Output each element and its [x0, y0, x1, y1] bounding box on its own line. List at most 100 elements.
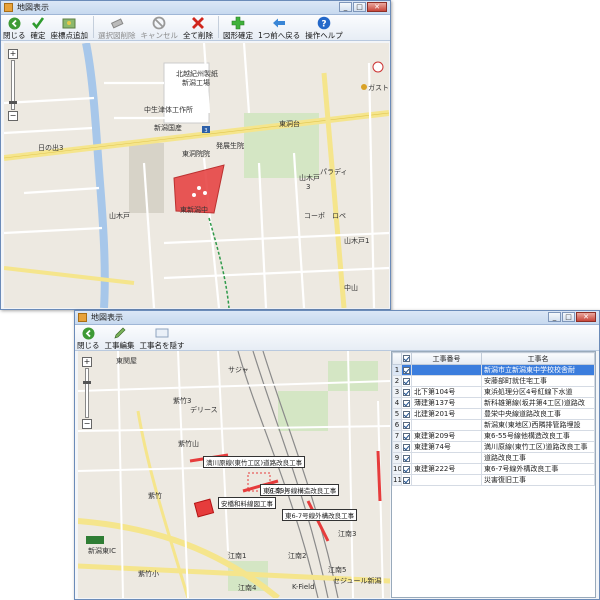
row-checkbox[interactable]: [401, 419, 412, 431]
work-number-cell: 東建第209号: [411, 430, 482, 442]
svg-text:?: ?: [321, 19, 326, 29]
delete-all-button[interactable]: 全て削除: [183, 16, 213, 41]
work-callout[interactable]: 東6-7号線外構改良工事: [282, 509, 358, 521]
table-row[interactable]: 11 災害復旧工事: [392, 474, 595, 486]
close-window-button[interactable]: ✕: [367, 2, 387, 12]
row-number: 1: [392, 364, 402, 376]
row-checkbox[interactable]: [401, 364, 412, 376]
table-row[interactable]: 10 東建第222号 東6-7号線外構改良工事: [392, 463, 595, 475]
zoom-slider[interactable]: [9, 60, 17, 110]
column-header-work-name[interactable]: 工事名: [481, 352, 595, 365]
maximize-button[interactable]: □: [562, 312, 575, 322]
work-number-cell: [411, 419, 482, 431]
row-checkbox[interactable]: [401, 386, 412, 398]
row-number: 9: [392, 452, 402, 464]
confirm-shape-button[interactable]: 図形確定: [223, 16, 253, 41]
edit-work-label: 工事編集: [104, 341, 135, 350]
undo-button[interactable]: 1つ前へ戻る: [258, 16, 300, 41]
cancel-icon: [152, 16, 166, 30]
map-label: セジュール新潟: [333, 577, 382, 585]
delete-selected-button[interactable]: 選択図削除: [98, 16, 136, 41]
zoom-slider-thumb[interactable]: [9, 101, 17, 104]
check-all-header[interactable]: [401, 352, 412, 365]
row-checkbox[interactable]: [401, 463, 412, 475]
map-view[interactable]: 満川原線(東竹工区)道路改良工事 安橋和料線図工事 東6-7号線外構改良工事 東…: [78, 351, 390, 598]
table-row[interactable]: 2 安藤部町就住宅工事: [392, 375, 595, 387]
app-icon: [4, 3, 13, 12]
close-button[interactable]: 閉じる: [77, 326, 100, 351]
work-number-cell: [411, 364, 482, 376]
work-number-cell: [411, 452, 482, 464]
table-row[interactable]: 3 北下第104号 東浜処理分区4号紅線下水道: [392, 386, 595, 398]
work-name-cell: 東浜処理分区4号紅線下水道: [481, 386, 595, 398]
map-label: 紫竹3: [173, 397, 192, 405]
map-label: 江南3: [338, 530, 357, 538]
zoom-in-button[interactable]: +: [8, 49, 18, 59]
table-row[interactable]: 7 東建第209号 東6-55号線他構造改良工事: [392, 430, 595, 442]
table-row[interactable]: 1 新潟市立新潟東中学校校舎耐: [392, 364, 595, 376]
table-row[interactable]: 9 道路改良工事: [392, 452, 595, 464]
map-view[interactable]: 3 北越紀州製紙 新潟工場 中生津体工作所 新潟国産 東洞院院 東洞台 発展生院…: [4, 43, 389, 308]
zoom-in-button[interactable]: +: [82, 357, 92, 367]
row-checkbox[interactable]: [401, 441, 412, 453]
map-label: 江南4: [238, 584, 257, 592]
zoom-out-button[interactable]: −: [8, 111, 18, 121]
work-name-cell: 安藤部町就住宅工事: [481, 375, 595, 387]
close-circle-icon: [81, 326, 95, 340]
work-name-cell: 東6-7号線外構改良工事: [481, 463, 595, 475]
row-checkbox[interactable]: [401, 408, 412, 420]
add-point-button[interactable]: 座標点追加: [50, 16, 89, 41]
confirm-button[interactable]: 確定: [31, 16, 46, 41]
close-window-button[interactable]: ✕: [576, 312, 596, 322]
zoom-slider[interactable]: [83, 368, 91, 418]
row-checkbox[interactable]: [401, 397, 412, 409]
zoom-control: + −: [82, 357, 92, 429]
map-label: 日の出3: [38, 144, 64, 152]
minimize-button[interactable]: _: [548, 312, 561, 322]
add-point-label: 座標点追加: [50, 31, 89, 40]
column-header-work-number[interactable]: 工事番号: [411, 352, 482, 365]
map-label: 江南1: [228, 552, 247, 560]
svg-text:3: 3: [204, 128, 207, 134]
map-label: ロペ: [332, 212, 346, 220]
table-row[interactable]: 4 薄建第137号 新科雄第線(坂井第4工区)道路改: [392, 397, 595, 409]
work-callout[interactable]: 満川原線(東竹工区)道路改良工事: [203, 456, 306, 468]
cancel-button[interactable]: キャンセル: [140, 16, 179, 41]
green-plus-icon: [231, 16, 245, 30]
work-name-cell: 満川原線(東竹工区)道路改良工事: [481, 441, 595, 453]
map-label: ガスト: [368, 84, 389, 92]
minimize-button[interactable]: _: [339, 2, 352, 12]
row-number: 6: [392, 419, 402, 431]
hide-work-names-button[interactable]: 工事名を隠す: [140, 326, 185, 351]
table-row[interactable]: 5 北建第201号 豊栄中央線道路改良工事: [392, 408, 595, 420]
zoom-slider-thumb[interactable]: [83, 381, 91, 384]
title-bar: 地図表示 _ □ ✕: [1, 1, 390, 15]
map-label: 中生津体工作所: [144, 106, 193, 114]
work-number-cell: 北建第201号: [411, 408, 482, 420]
delete-all-icon: [191, 16, 205, 30]
work-list-grid: 工事番号 工事名 1 新潟市立新潟東中学校校舎耐 2 安藤部町就住宅工事 3 北下第104…: [391, 351, 596, 598]
row-number: 3: [392, 386, 402, 398]
work-name-cell: 豊栄中央線道路改良工事: [481, 408, 595, 420]
work-name-cell: 新潟市立新潟東中学校校舎耐: [481, 364, 595, 376]
edit-work-button[interactable]: 工事編集: [105, 326, 135, 351]
eraser-icon: [110, 16, 124, 30]
zoom-out-button[interactable]: −: [82, 419, 92, 429]
table-row[interactable]: 6 新潟東(東地区)西隣排管路埋設: [392, 419, 595, 431]
row-checkbox[interactable]: [401, 430, 412, 442]
title-bar: 地図表示 _ □ ✕: [75, 311, 599, 325]
close-button[interactable]: 閉じる: [3, 16, 26, 41]
row-checkbox[interactable]: [401, 375, 412, 387]
maximize-button[interactable]: □: [353, 2, 366, 12]
row-checkbox[interactable]: [401, 474, 412, 486]
map-label: K-Field: [292, 583, 315, 591]
app-icon: [78, 313, 87, 322]
row-number: 4: [392, 397, 402, 409]
help-button[interactable]: ? 操作ヘルプ: [305, 16, 343, 41]
row-checkbox[interactable]: [401, 452, 412, 464]
work-callout[interactable]: 安橋和料線図工事: [218, 497, 276, 509]
cancel-label: キャンセル: [140, 31, 179, 40]
window-title: 地図表示: [91, 313, 123, 322]
map-label: 新潟東IC: [88, 547, 116, 555]
table-row[interactable]: 8 東建第74号 満川原線(東竹工区)道路改良工事: [392, 441, 595, 453]
